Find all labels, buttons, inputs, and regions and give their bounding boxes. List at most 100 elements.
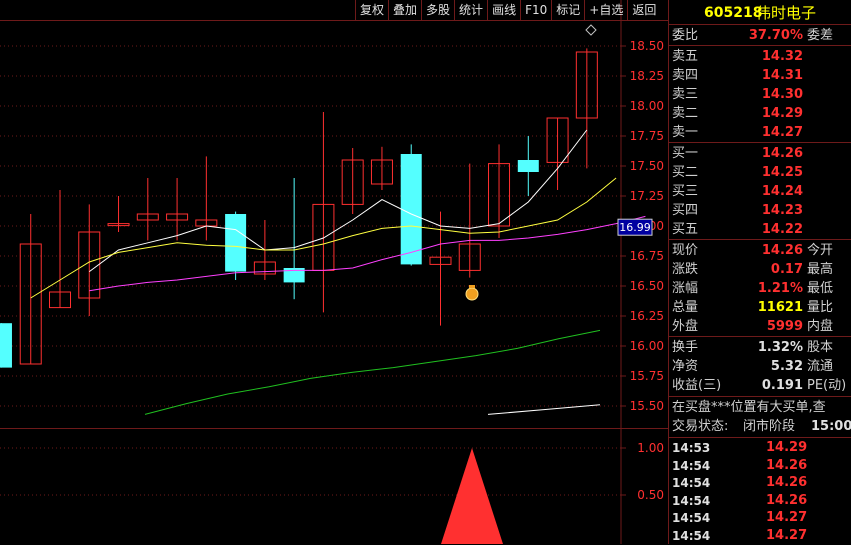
trade-status-label: 交易状态: <box>672 419 729 434</box>
y-tick-label: 17.75 <box>630 129 664 143</box>
quote-panel: 605218 伟时电子 委比 37.70% 委差 卖五 14.32 卖四 14.31 卖… <box>669 0 851 544</box>
buy-level-price: 14.23 <box>761 203 803 218</box>
candle-body <box>0 323 12 368</box>
buy-level-price: 14.22 <box>761 222 803 237</box>
toolbar-button-f10[interactable]: F10 <box>520 0 552 21</box>
buy-level-label: 买三 <box>672 184 699 199</box>
trade-status-time: 15:00: <box>811 419 851 434</box>
stat-value: 1.21% <box>757 281 803 296</box>
tick-time: 14:54 <box>672 493 711 508</box>
tick-row: 14:53 14.29 <box>669 439 851 457</box>
sell-level-row: 卖四 14.31 <box>669 66 851 85</box>
sell-level-label: 卖三 <box>672 87 699 102</box>
tick-row: 14:54 14.26 <box>669 457 851 475</box>
ma-line <box>89 129 588 273</box>
stat-label: 外盘 <box>672 319 699 334</box>
stat-row: 总量 11621 量比 <box>669 298 851 317</box>
stat-value: 11621 <box>757 300 803 315</box>
sell-level-price: 14.32 <box>761 49 803 64</box>
y-tick-label: 16.75 <box>630 249 664 263</box>
toolbar-button-overlay[interactable]: 叠加 <box>388 0 422 21</box>
toolbar-button-add-watchlist[interactable]: +自选 <box>584 0 628 21</box>
stat-row: 涨幅 1.21% 最低 <box>669 279 851 298</box>
big-order-text: 在买盘***位置有大买单,查 <box>672 400 826 415</box>
y-tick-label: 18.00 <box>630 99 664 113</box>
sell-level-label: 卖一 <box>672 125 699 140</box>
chart-toolbar: 复权 叠加 多股 统计 画线 F10 标记 +自选 返回 <box>355 0 661 21</box>
sell-level-price: 14.27 <box>761 125 803 140</box>
sell-level-price: 14.29 <box>761 106 803 121</box>
tick-price: 14.29 <box>766 440 808 455</box>
stat-value: 5.32 <box>770 359 803 374</box>
tick-time: 14:54 <box>672 528 711 543</box>
sell-level-price: 14.31 <box>761 68 803 83</box>
stock-header: 605218 伟时电子 <box>669 2 851 24</box>
sell-level-row: 卖一 14.27 <box>669 123 851 142</box>
sell-level-label: 卖四 <box>672 68 699 83</box>
stat-suffix-label: 股本 <box>807 340 834 355</box>
sell-level-label: 卖二 <box>672 106 699 121</box>
stat-value: 0.191 <box>761 378 803 393</box>
candle-body <box>225 214 247 272</box>
price-marker-label: 16.99 <box>619 221 651 234</box>
tick-price: 14.26 <box>766 457 808 473</box>
stat-suffix-label: PE(动) <box>807 378 847 393</box>
buy-level-price: 14.25 <box>761 165 803 180</box>
buy-level-price: 14.24 <box>761 184 803 199</box>
kline-chart: 18.5018.2518.0017.7517.5017.2517.0016.75… <box>0 0 669 544</box>
y-tick-label: 15.75 <box>630 369 664 383</box>
sub-y-tick-label: 1.00 <box>637 441 664 455</box>
y-tick-label: 16.50 <box>630 279 664 293</box>
buy-level-row: 买一 14.26 <box>669 144 851 163</box>
y-tick-label: 18.25 <box>630 69 664 83</box>
sell-level-row: 卖五 14.32 <box>669 47 851 66</box>
ma-line <box>89 215 646 292</box>
toolbar-button-stats[interactable]: 统计 <box>454 0 488 21</box>
order-ratio-label: 委比 <box>672 28 699 43</box>
stat-suffix-label: 最高 <box>807 262 834 277</box>
stat-row: 净资 5.32 流通 <box>669 357 851 376</box>
toolbar-button-draw-line[interactable]: 画线 <box>487 0 521 21</box>
stat-row: 现价 14.26 今开 <box>669 241 851 260</box>
stat-value: 0.17 <box>770 262 803 277</box>
candle-body <box>517 160 539 172</box>
stat-label: 收益(三) <box>672 378 722 393</box>
stat-row: 收益(三) 0.191 PE(动) <box>669 376 851 395</box>
stat-label: 涨跌 <box>672 262 699 277</box>
buy-level-label: 买五 <box>672 222 699 237</box>
tick-time: 14:54 <box>672 511 711 525</box>
stat-row: 外盘 5999 内盘 <box>669 317 851 336</box>
y-tick-label: 17.25 <box>630 189 664 203</box>
tick-row: 14:54 14.27 <box>669 527 851 545</box>
y-tick-label: 17.50 <box>630 159 664 173</box>
stat-value: 1.32% <box>757 340 803 355</box>
buy-level-row: 买四 14.23 <box>669 201 851 220</box>
stat-label: 现价 <box>672 243 699 258</box>
tick-time: 14:54 <box>672 476 711 490</box>
sell-level-row: 卖二 14.29 <box>669 104 851 123</box>
buy-level-row: 买三 14.24 <box>669 182 851 201</box>
toolbar-button-mark[interactable]: 标记 <box>551 0 585 21</box>
tick-price: 14.27 <box>766 527 808 543</box>
stat-row: 涨跌 0.17 最高 <box>669 260 851 279</box>
toolbar-button-restore[interactable]: 复权 <box>355 0 389 21</box>
buy-level-row: 买五 14.22 <box>669 220 851 239</box>
stat-suffix-label: 量比 <box>807 300 834 315</box>
toolbar-button-back[interactable]: 返回 <box>627 0 661 21</box>
stat-suffix-label: 最低 <box>807 281 834 296</box>
toolbar-button-multi-stock[interactable]: 多股 <box>421 0 455 21</box>
sell-level-row: 卖三 14.30 <box>669 85 851 104</box>
tick-row: 14:54 14.26 <box>669 492 851 510</box>
sub-y-tick-label: 0.50 <box>637 488 664 502</box>
stat-value: 14.26 <box>761 243 803 258</box>
stat-row: 换手 1.32% 股本 <box>669 338 851 357</box>
order-ratio-row: 委比 37.70% 委差 <box>669 26 851 45</box>
buy-level-label: 买一 <box>672 146 699 161</box>
trade-status-value: 闭市阶段 <box>743 419 796 434</box>
tick-row: 14:54 14.26 <box>669 474 851 492</box>
sell-level-price: 14.30 <box>761 87 803 102</box>
stat-value: 5999 <box>766 319 803 334</box>
big-order-message: 在买盘***位置有大买单,查 <box>669 398 851 417</box>
tick-price: 14.26 <box>766 492 808 508</box>
money-bag-icon <box>465 287 479 301</box>
